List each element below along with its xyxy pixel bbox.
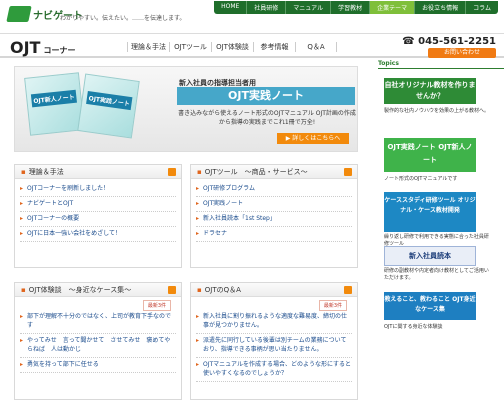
sidebar-heading: Topics <box>378 60 504 69</box>
rss-icon[interactable] <box>344 286 352 294</box>
tab-references[interactable]: 参考情報 <box>253 42 295 52</box>
contact-button[interactable]: お問い合わせ <box>428 48 496 58</box>
banner-original-material[interactable]: 自社オリジナル教材を作りませんか？ <box>384 78 476 104</box>
list-item[interactable]: OJTコーナーを刷新しました！ <box>20 182 176 197</box>
qa-box-title: OJTのQ＆A <box>204 286 241 294</box>
list-item[interactable]: やってみせ 言って聞かせて させてみせ 褒めてやらねば 人は動かじ <box>20 334 176 358</box>
banner-caption: 製作的な社内ノウハウを効果の上がる教材へ。 <box>384 108 490 114</box>
list-item[interactable]: OJTに日本一強い会社をめざして！ <box>20 227 176 242</box>
topics-sidebar: Topics 自社オリジナル教材を作りませんか？ 製作的な社内ノウハウを効果の上… <box>378 60 504 400</box>
top-bar: ナビゲート わかりやすい。伝えたい。……を伝達します。 HOME 社員研修 マニ… <box>0 0 504 34</box>
nav-manual[interactable]: マニュアル <box>285 1 330 14</box>
list-item[interactable]: OJTコーナーの概要 <box>20 212 176 227</box>
theory-box: 理論＆手法 OJTコーナーを刷新しました！ ナビゲートとOJT OJTコーナーの… <box>14 164 182 268</box>
nav-column[interactable]: コラム <box>465 1 498 14</box>
list-item[interactable]: 新入社員に割り振れるような適度な難易度、締切の仕事が見つかりません。 <box>196 310 352 334</box>
banner-caption: ノート形式のOJTマニュアルです <box>384 176 458 182</box>
tab-tools[interactable]: OJTツール <box>169 42 211 52</box>
qa-box: OJTのQ＆A 最新3件 新入社員に割り振れるような適度な難易度、締切の仕事が見… <box>190 282 358 400</box>
banner-ojt-cases[interactable]: 教えること、教わること OJT身近なケース集 <box>384 292 476 320</box>
banner-new-employee-reader[interactable]: 新入社員読本 <box>384 246 476 266</box>
phone-text: 045-561-2251 <box>418 36 496 47</box>
theory-box-header: 理論＆手法 <box>15 165 181 179</box>
nav-training[interactable]: 社員研修 <box>246 1 285 14</box>
tab-qa[interactable]: Q＆A <box>295 42 337 52</box>
hero-banner[interactable]: OJT新人ノート OJT実践ノート 新入社員の指導担当者用 OJT実践ノート 書… <box>14 66 358 152</box>
list-item[interactable]: OJT実践ノート <box>196 197 352 212</box>
cases-box-header: OJT体験談 ～身近なケース集～ <box>15 283 181 297</box>
tools-box-header: OJTツール ～商品・サービス～ <box>191 165 357 179</box>
logo-mark-icon <box>6 6 32 22</box>
tab-theory[interactable]: 理論＆手法 <box>127 42 169 52</box>
cases-box: OJT体験談 ～身近なケース集～ 最新3件 部下が理解不十分のではなく、上司が教… <box>14 282 182 400</box>
rss-icon[interactable] <box>168 286 176 294</box>
hero-button-label: 詳しくはこちらへ <box>292 135 341 142</box>
tagline: わかりやすい。伝えたい。……を伝達します。 <box>60 15 186 22</box>
tab-cases[interactable]: OJT体験談 <box>211 42 253 52</box>
list-item[interactable]: ドラセナ <box>196 227 352 242</box>
book-label-practice: OJT実践ノート <box>86 90 133 111</box>
tools-box-title: OJTツール ～商品・サービス～ <box>204 168 308 176</box>
rss-icon[interactable] <box>344 168 352 176</box>
list-item[interactable]: OJT研修プログラム <box>196 182 352 197</box>
theory-box-title: 理論＆手法 <box>28 168 64 176</box>
banner-case-study-tool[interactable]: ケーススタディ研修ツール オリジナル・ケース教材開発 <box>384 192 476 232</box>
global-nav: HOME 社員研修 マニュアル 学習教材 企業テーマ お役立ち情報 コラム <box>214 1 498 14</box>
section-nav: 理論＆手法 OJTツール OJT体験談 参考情報 Q＆A <box>127 42 337 52</box>
list-item[interactable]: 派遣先に同行している後輩は別チームの業務についており、指導できる事柄が思い当たり… <box>196 334 352 358</box>
tools-box: OJTツール ～商品・サービス～ OJT研修プログラム OJT実践ノート 新入社… <box>190 164 358 268</box>
hero-title: OJT実践ノート <box>177 87 355 105</box>
nav-theme[interactable]: 企業テーマ <box>369 1 415 14</box>
list-item[interactable]: OJTマニュアルを作成する場合、どのような形にすると使いやすくなるのでしょうか？ <box>196 358 352 382</box>
rss-icon[interactable] <box>168 168 176 176</box>
list-item[interactable]: ナビゲートとOJT <box>20 197 176 212</box>
page-title-suffix: コーナー <box>43 46 76 55</box>
book-image-new: OJT新人ノート <box>24 72 85 136</box>
list-item[interactable]: 勇気を持って部下に任せる <box>20 358 176 373</box>
banner-caption: OJTに関する身近な体験談 <box>384 324 443 330</box>
nav-info[interactable]: お役立ち情報 <box>414 1 465 14</box>
banner-ojt-notes[interactable]: OJT実践ノート OJT新人ノート <box>384 138 476 172</box>
hero-detail-button[interactable]: ▶ 詳しくはこちらへ <box>277 133 349 144</box>
nav-home[interactable]: HOME <box>214 1 246 14</box>
nav-learning[interactable]: 学習教材 <box>330 1 369 14</box>
list-item[interactable]: 新入社員読本「1st Step」 <box>196 212 352 227</box>
list-item[interactable]: 部下が理解不十分のではなく、上司が教育下手なのです <box>20 310 176 334</box>
phone-number: ☎ 045-561-2251 <box>402 36 496 47</box>
cases-box-title: OJT体験談 ～身近なケース集～ <box>28 286 132 294</box>
page-title: OJT コーナー <box>10 38 75 57</box>
book-label-new: OJT新人ノート <box>30 89 77 108</box>
hero-description: 書き込みながら使えるノート形式のOJTマニュアル OJT計画の作成から指導の実践… <box>178 110 356 126</box>
book-image-practice: OJT実践ノート <box>77 73 140 139</box>
banner-caption: 研修の副教材や内定者向け教材としてご活用いただけます。 <box>384 268 489 281</box>
page-title-main: OJT <box>10 38 41 57</box>
qa-box-header: OJTのQ＆A <box>191 283 357 297</box>
